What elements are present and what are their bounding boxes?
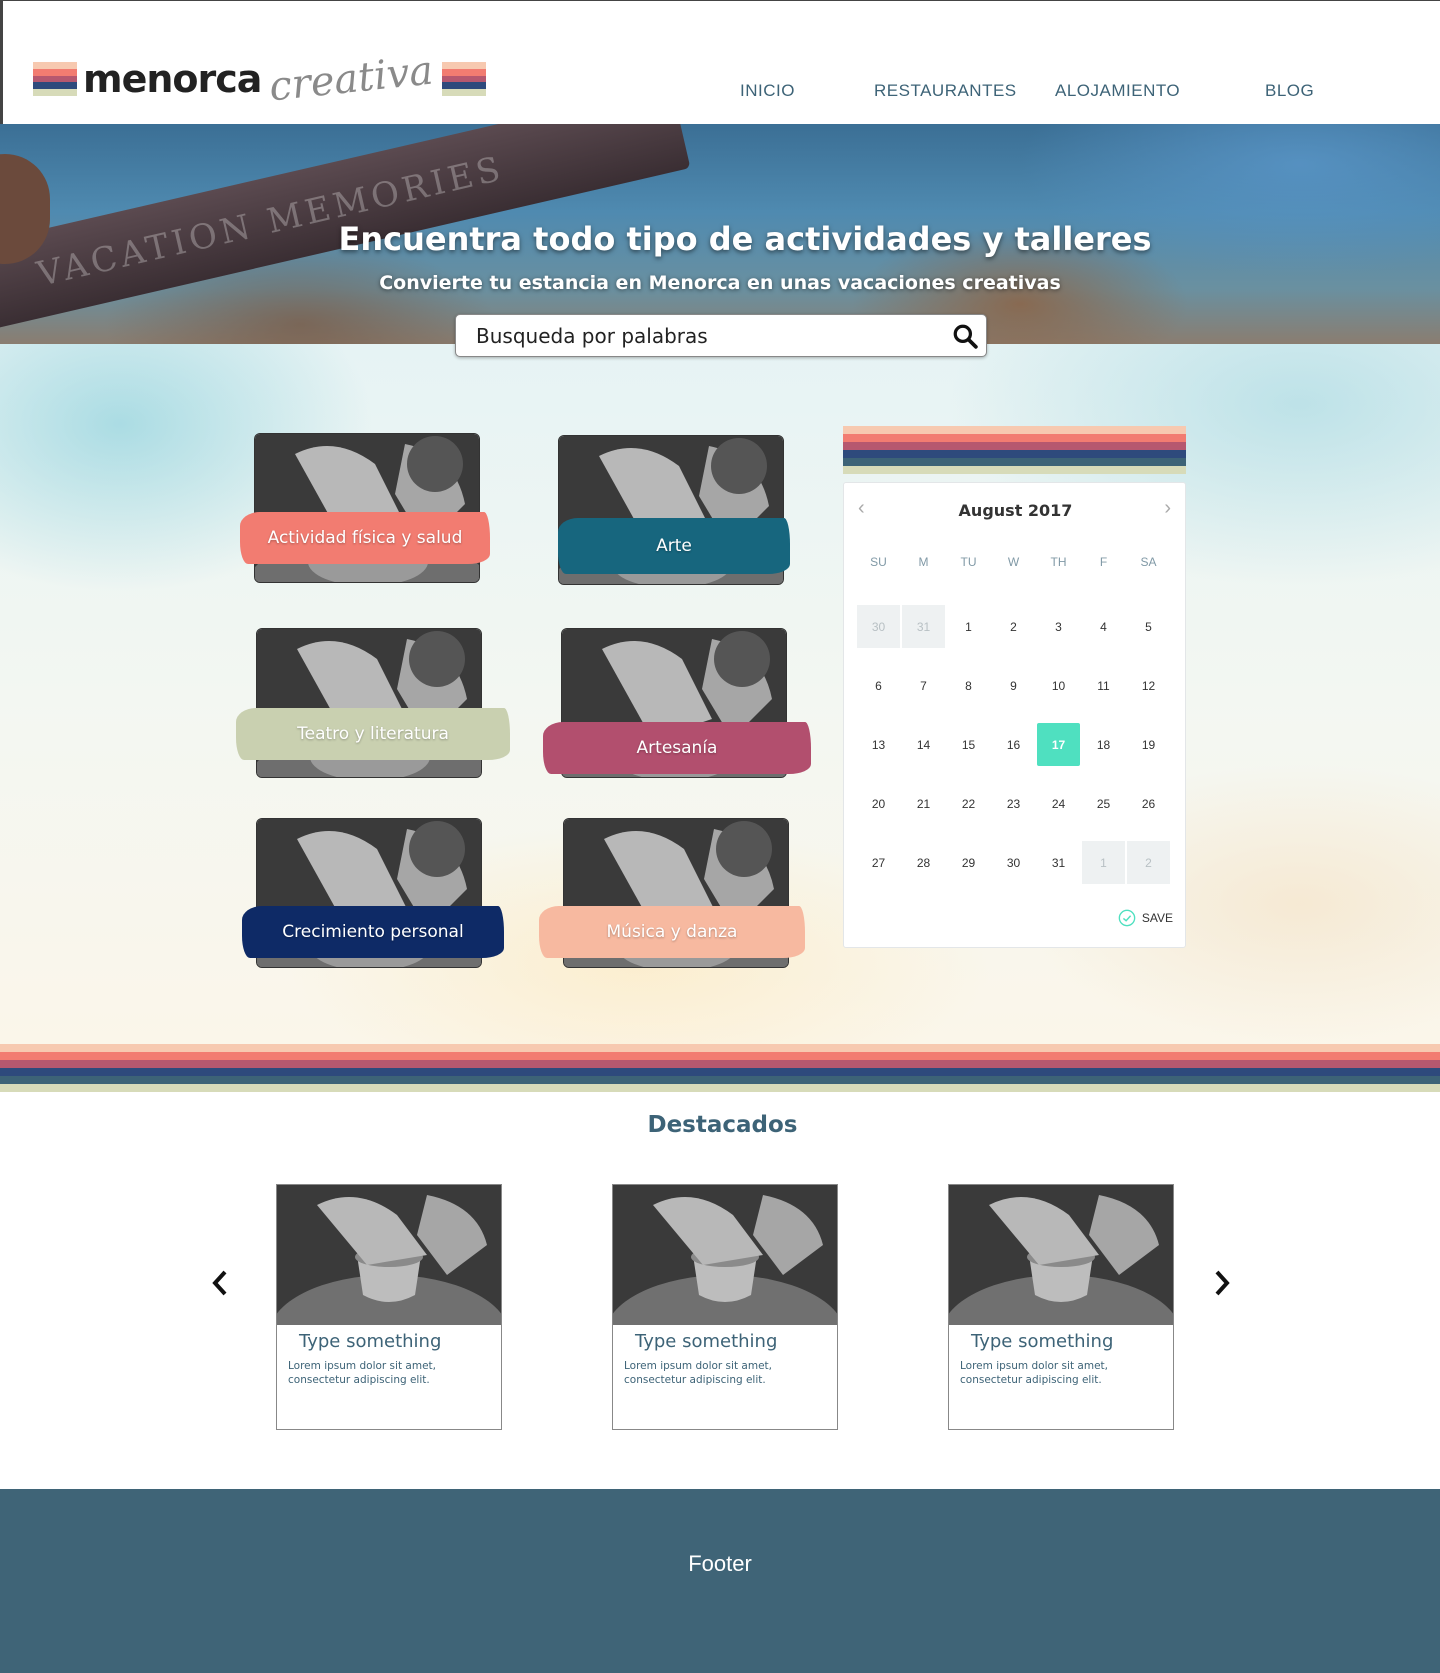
category-label: Crecimiento personal (242, 906, 504, 958)
save-label: SAVE (1141, 911, 1173, 925)
hero-subtitle: Convierte tu estancia en Menorca en unas… (379, 272, 1061, 294)
category-tile-arte[interactable]: Arte (558, 435, 790, 585)
category-tile-teatro[interactable]: Teatro y literatura (236, 628, 510, 778)
category-tile-actividad[interactable]: Actividad física y salud (240, 433, 490, 583)
calendar-day[interactable]: 18 (1082, 723, 1125, 766)
category-label: Artesanía (543, 722, 811, 774)
calendar-day[interactable]: 20 (857, 782, 900, 825)
weekday-label: TU (960, 555, 977, 569)
featured-title: Destacados (647, 1112, 798, 1138)
search-bar (455, 314, 987, 357)
nav-item-restaurantes[interactable]: RESTAURANTES (874, 81, 1017, 101)
calendar-day[interactable]: 11 (1082, 664, 1125, 707)
weekday-label: W (1007, 555, 1020, 569)
calendar-day[interactable]: 31 (1037, 841, 1080, 884)
date-calendar: ‹ August 2017 › SU M TU W TH F SA 30 31 1 2 3 4 5 6 7 8… (843, 482, 1186, 948)
category-label: Teatro y literatura (236, 708, 510, 760)
calendar-days-grid: 30 31 1 2 3 4 5 6 7 8 9 10 11 12 13 14 15 16 17 18 19 20 21 22 2… (856, 597, 1171, 892)
category-tile-musica[interactable]: Música y danza (539, 818, 805, 968)
calendar-day[interactable]: 26 (1127, 782, 1170, 825)
calendar-day[interactable]: 6 (857, 664, 900, 707)
category-label: Arte (558, 518, 790, 574)
calendar-day-selected[interactable]: 17 (1037, 723, 1080, 766)
weekday-label: M (918, 555, 929, 569)
weekday-label: TH (1050, 555, 1067, 569)
calendar-day[interactable]: 1 (947, 605, 990, 648)
weekday-label: SU (870, 555, 887, 569)
card-title: Type something (971, 1331, 1114, 1352)
card-text: Lorem ipsum dolor sit amet, consectetur … (960, 1360, 1108, 1386)
card-text: Lorem ipsum dolor sit amet, consectetur … (288, 1360, 436, 1386)
nav-item-inicio[interactable]: INICIO (740, 81, 795, 101)
weekday-label: SA (1140, 555, 1157, 569)
search-icon[interactable] (952, 323, 978, 349)
card-title: Type something (635, 1331, 778, 1352)
calendar-day[interactable]: 28 (902, 841, 945, 884)
site-header: menorca creativa INICIO RESTAURANTES ALO… (0, 0, 1440, 124)
hero-banner: VACATION MEMORIES Encuentra todo tipo de… (0, 124, 1440, 344)
calendar-day[interactable]: 3 (1037, 605, 1080, 648)
card-text: Lorem ipsum dolor sit amet, consectetur … (624, 1360, 772, 1386)
nav-item-alojamiento[interactable]: ALOJAMIENTO (1055, 81, 1180, 101)
chevron-right-icon[interactable]: › (1164, 497, 1171, 520)
calendar-day[interactable]: 5 (1127, 605, 1170, 648)
calendar-day[interactable]: 2 (1127, 841, 1170, 884)
footer-text: Footer (688, 1551, 752, 1576)
calendar-day[interactable]: 30 (857, 605, 900, 648)
calendar-day[interactable]: 12 (1127, 664, 1170, 707)
calendar-weekdays: SU M TU W TH F SA (856, 555, 1171, 569)
featured-card[interactable]: Type something Lorem ipsum dolor sit ame… (612, 1184, 838, 1430)
hero-title: Encuentra todo tipo de actividades y tal… (338, 220, 1152, 258)
calendar-day[interactable]: 31 (902, 605, 945, 648)
calendar-day[interactable]: 15 (947, 723, 990, 766)
calendar-day[interactable]: 19 (1127, 723, 1170, 766)
calendar-save-button[interactable]: SAVE (1118, 909, 1173, 927)
calendar-day[interactable]: 23 (992, 782, 1035, 825)
category-label: Música y danza (539, 906, 805, 958)
card-photo (613, 1185, 837, 1325)
pottery-photo-icon (949, 1185, 1173, 1325)
calendar-day[interactable]: 30 (992, 841, 1035, 884)
calendar-day[interactable]: 22 (947, 782, 990, 825)
calendar-stripes (843, 426, 1186, 474)
featured-card[interactable]: Type something Lorem ipsum dolor sit ame… (948, 1184, 1174, 1430)
calendar-day[interactable]: 9 (992, 664, 1035, 707)
calendar-day[interactable]: 10 (1037, 664, 1080, 707)
calendar-day[interactable]: 27 (857, 841, 900, 884)
card-title: Type something (299, 1331, 442, 1352)
calendar-day[interactable]: 21 (902, 782, 945, 825)
chevron-right-icon[interactable] (1210, 1268, 1234, 1298)
calendar-day[interactable]: 8 (947, 664, 990, 707)
pottery-photo-icon (613, 1185, 837, 1325)
weekday-label: F (1099, 555, 1108, 569)
category-tile-crecimiento[interactable]: Crecimiento personal (242, 818, 504, 968)
calendar-day[interactable]: 16 (992, 723, 1035, 766)
chevron-left-icon[interactable] (208, 1268, 232, 1298)
calendar-day[interactable]: 24 (1037, 782, 1080, 825)
card-photo (277, 1185, 501, 1325)
card-photo (949, 1185, 1173, 1325)
site-footer: Footer (0, 1489, 1440, 1673)
calendar-month-title: August 2017 (958, 501, 1073, 520)
calendar-day[interactable]: 14 (902, 723, 945, 766)
calendar-day[interactable]: 7 (902, 664, 945, 707)
search-input[interactable] (476, 323, 936, 349)
check-circle-icon (1118, 909, 1136, 927)
pottery-photo-icon (277, 1185, 501, 1325)
stripe-divider (0, 1044, 1440, 1092)
calendar-day[interactable]: 1 (1082, 841, 1125, 884)
calendar-day[interactable]: 13 (857, 723, 900, 766)
category-label: Actividad física y salud (240, 512, 490, 564)
category-tile-artesania[interactable]: Artesanía (543, 628, 811, 778)
calendar-day[interactable]: 4 (1082, 605, 1125, 648)
calendar-day[interactable]: 2 (992, 605, 1035, 648)
calendar-day[interactable]: 29 (947, 841, 990, 884)
calendar-day[interactable]: 25 (1082, 782, 1125, 825)
featured-card[interactable]: Type something Lorem ipsum dolor sit ame… (276, 1184, 502, 1430)
main-nav: INICIO RESTAURANTES ALOJAMIENTO BLOG (3, 81, 1440, 103)
nav-item-blog[interactable]: BLOG (1265, 81, 1314, 101)
